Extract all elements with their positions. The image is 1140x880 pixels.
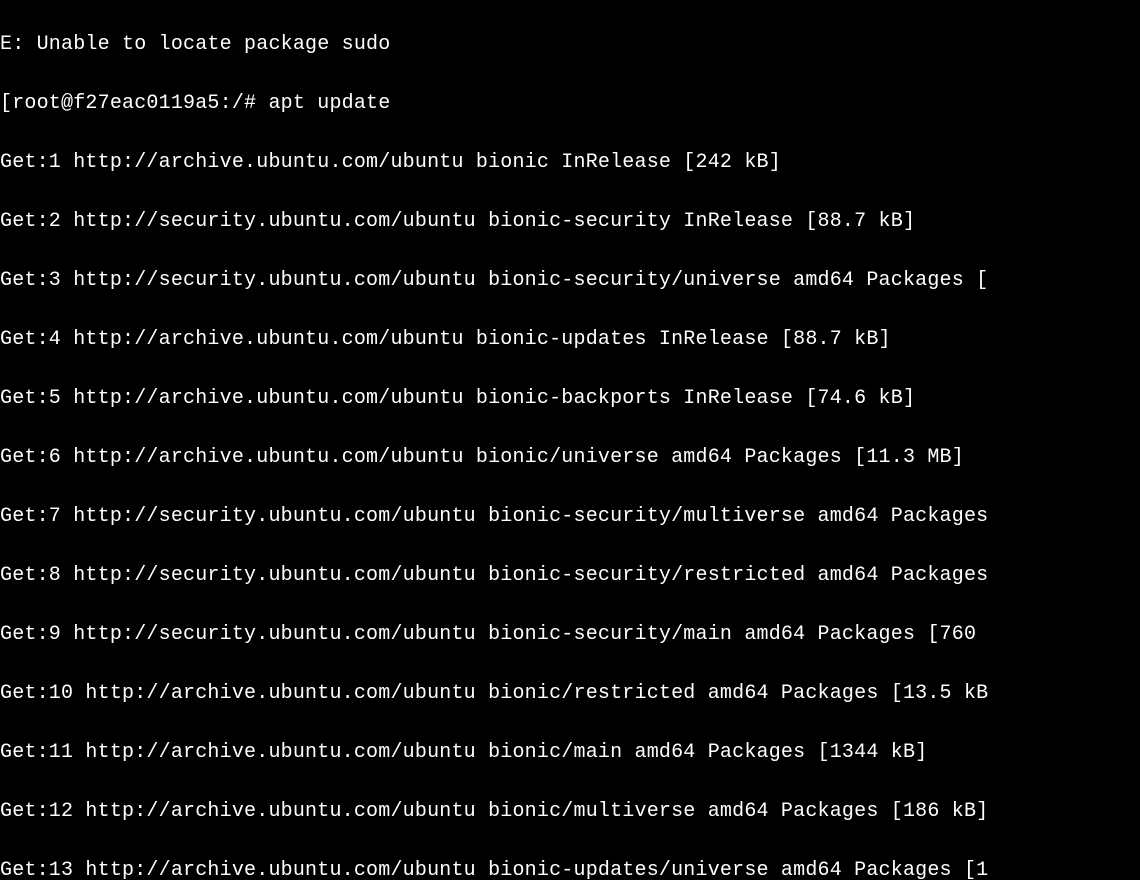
terminal-line: Get:8 http://security.ubuntu.com/ubuntu … <box>0 561 1140 591</box>
terminal-line: Get:7 http://security.ubuntu.com/ubuntu … <box>0 502 1140 532</box>
terminal-line: Get:5 http://archive.ubuntu.com/ubuntu b… <box>0 384 1140 414</box>
terminal-line: Get:2 http://security.ubuntu.com/ubuntu … <box>0 207 1140 237</box>
terminal-line: Get:1 http://archive.ubuntu.com/ubuntu b… <box>0 148 1140 178</box>
terminal-line: Get:12 http://archive.ubuntu.com/ubuntu … <box>0 797 1140 827</box>
terminal-line: Get:4 http://archive.ubuntu.com/ubuntu b… <box>0 325 1140 355</box>
terminal-line: E: Unable to locate package sudo <box>0 30 1140 60</box>
terminal-line: Get:10 http://archive.ubuntu.com/ubuntu … <box>0 679 1140 709</box>
terminal-output[interactable]: E: Unable to locate package sudo [root@f… <box>0 0 1140 880</box>
terminal-line: Get:13 http://archive.ubuntu.com/ubuntu … <box>0 856 1140 880</box>
terminal-line: [root@f27eac0119a5:/# apt update <box>0 89 1140 119</box>
terminal-line: Get:3 http://security.ubuntu.com/ubuntu … <box>0 266 1140 296</box>
terminal-line: Get:11 http://archive.ubuntu.com/ubuntu … <box>0 738 1140 768</box>
terminal-line: Get:6 http://archive.ubuntu.com/ubuntu b… <box>0 443 1140 473</box>
terminal-line: Get:9 http://security.ubuntu.com/ubuntu … <box>0 620 1140 650</box>
